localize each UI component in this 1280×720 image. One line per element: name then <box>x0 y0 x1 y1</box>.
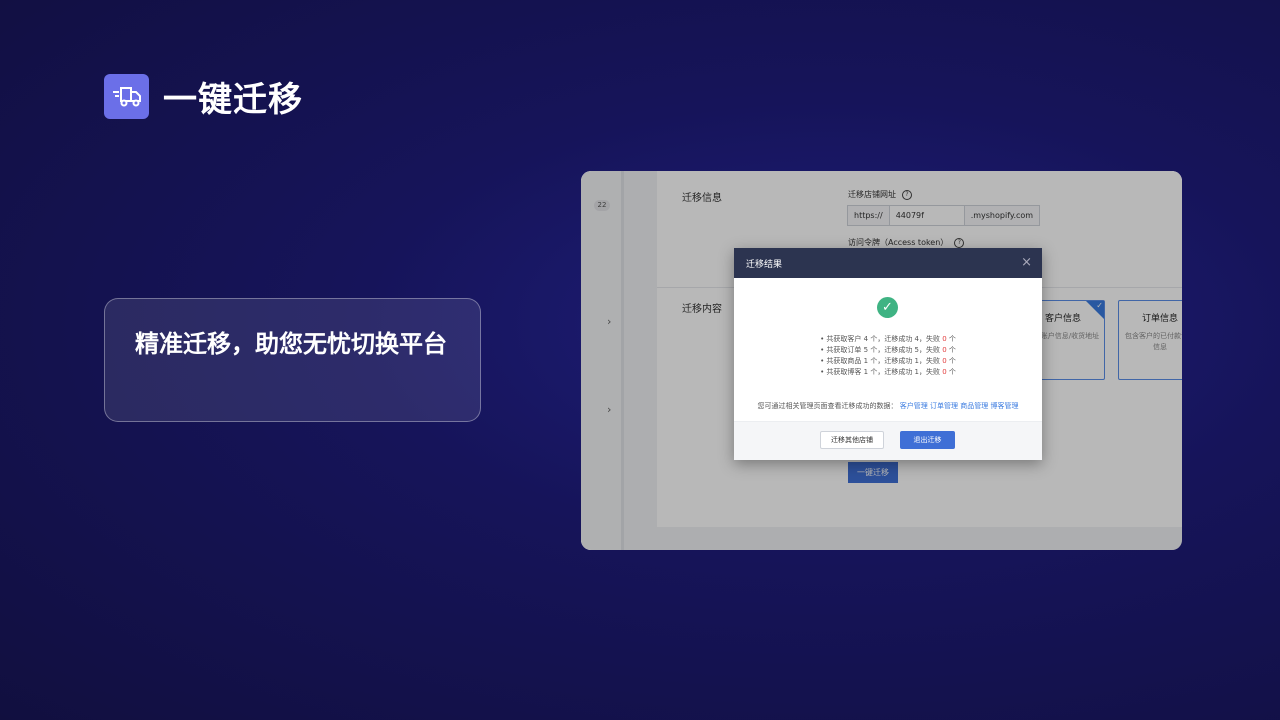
result-list: • 共获取客户 4 个，迁移成功 4，失败 0 个 • 共获取订单 5 个，迁移… <box>734 334 1042 378</box>
result-line: • 共获取客户 4 个，迁移成功 4，失败 0 个 <box>820 335 956 343</box>
truck-migrate-icon <box>104 74 149 119</box>
page-header: 一键迁移 <box>104 72 303 121</box>
result-unit: 个 <box>946 335 956 343</box>
dialog-footer: 迁移其他店铺 退出迁移 <box>734 421 1042 460</box>
links-prefix: 您可通过相关管理页面查看迁移成功的数据： <box>757 402 898 410</box>
result-text: 共获取商品 1 个，迁移成功 1，失败 <box>826 357 943 365</box>
close-icon[interactable]: × <box>1021 256 1032 269</box>
management-links: 您可通过相关管理页面查看迁移成功的数据： 客户管理 订单管理 商品管理 博客管理 <box>734 401 1042 411</box>
migration-result-dialog: 迁移结果 × ✓ • 共获取客户 4 个，迁移成功 4，失败 0 个 • 共获取… <box>734 248 1042 460</box>
dialog-title: 迁移结果 <box>746 259 783 270</box>
result-text: 共获取订单 5 个，迁移成功 5，失败 <box>826 346 943 354</box>
result-line: • 共获取订单 5 个，迁移成功 5，失败 0 个 <box>820 346 956 354</box>
app-screenshot: 22 › › 迁移信息 迁移店铺网址 ? https:// 44079f .my… <box>581 171 1182 550</box>
result-unit: 个 <box>946 368 956 376</box>
dialog-header: 迁移结果 × <box>734 248 1042 278</box>
feature-text: 精准迁移，助您无忧切换平台 <box>135 330 447 358</box>
result-unit: 个 <box>946 357 956 365</box>
link-order-management[interactable]: 订单管理 <box>930 402 958 410</box>
feature-card: 精准迁移，助您无忧切换平台 <box>104 298 481 422</box>
result-text: 共获取客户 4 个，迁移成功 4，失败 <box>826 335 943 343</box>
link-blog-management[interactable]: 博客管理 <box>990 402 1018 410</box>
exit-migration-button[interactable]: 退出迁移 <box>900 431 955 449</box>
migrate-other-store-button[interactable]: 迁移其他店铺 <box>820 431 884 449</box>
result-line: • 共获取博客 1 个，迁移成功 1，失败 0 个 <box>820 368 956 376</box>
page-title: 一键迁移 <box>163 80 303 120</box>
success-check-icon: ✓ <box>877 297 898 318</box>
result-text: 共获取博客 1 个，迁移成功 1，失败 <box>826 368 943 376</box>
result-unit: 个 <box>946 346 956 354</box>
link-product-management[interactable]: 商品管理 <box>960 402 988 410</box>
result-line: • 共获取商品 1 个，迁移成功 1，失败 0 个 <box>820 357 956 365</box>
link-customer-management[interactable]: 客户管理 <box>900 402 928 410</box>
